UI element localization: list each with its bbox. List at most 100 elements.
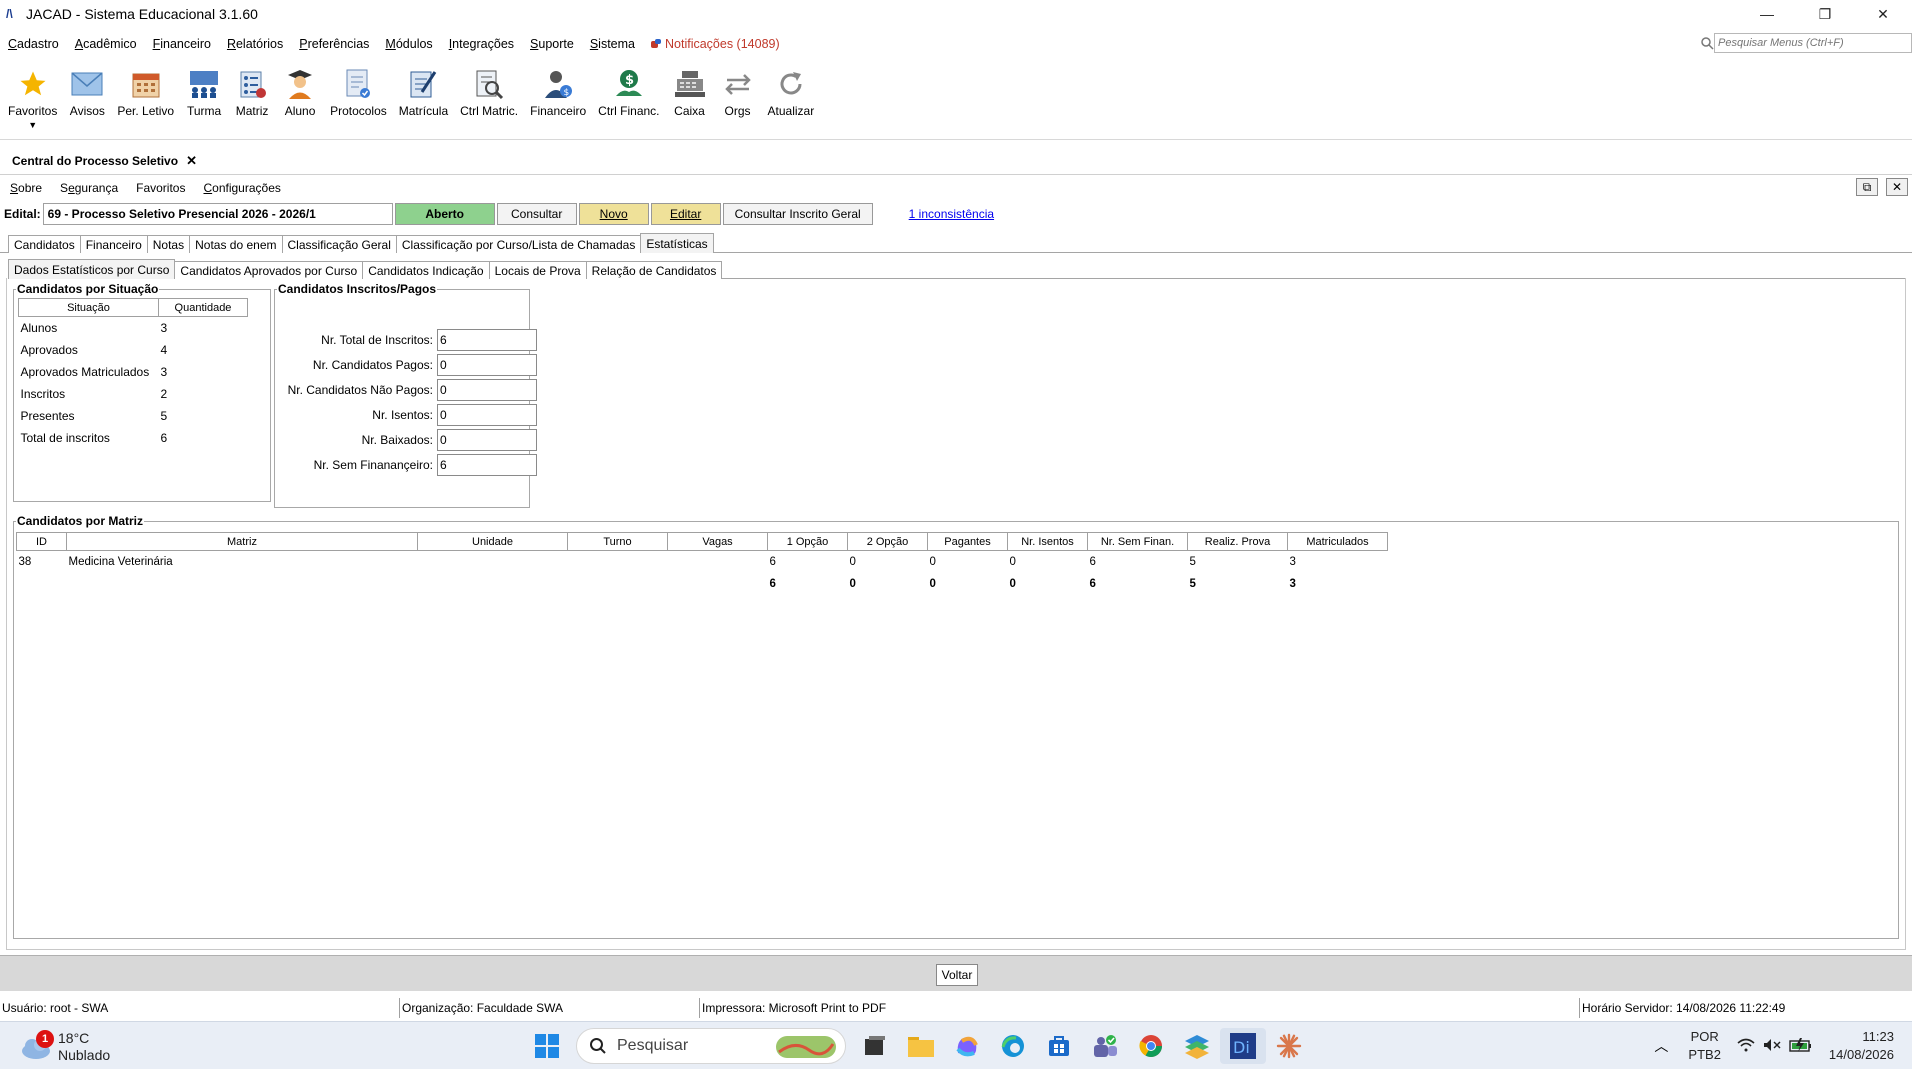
submenu-configuracoes[interactable]: Configurações bbox=[193, 181, 288, 195]
menu-integracoes[interactable]: Integrações bbox=[441, 37, 522, 51]
column-header[interactable]: Unidade bbox=[417, 532, 568, 551]
column-header[interactable]: Quantidade bbox=[158, 298, 248, 317]
file-explorer-icon[interactable] bbox=[898, 1028, 944, 1064]
column-header[interactable]: Situação bbox=[18, 298, 159, 317]
search-menus-input[interactable] bbox=[1714, 33, 1912, 53]
menu-academico[interactable]: Acadêmico bbox=[67, 37, 145, 51]
teams-icon[interactable] bbox=[1082, 1028, 1128, 1064]
toolbar-aluno[interactable]: Aluno bbox=[282, 60, 318, 118]
table-row[interactable]: Total de inscritos 6 bbox=[19, 427, 248, 449]
tab-locais-prova[interactable]: Locais de Prova bbox=[488, 261, 587, 279]
tab-notas[interactable]: Notas bbox=[146, 235, 191, 253]
toolbar-turma[interactable]: Turma bbox=[186, 60, 222, 118]
column-header[interactable]: Matriz bbox=[66, 532, 418, 551]
tab-notas-enem[interactable]: Notas do enem bbox=[189, 235, 283, 253]
column-header[interactable]: Realiz. Prova bbox=[1187, 532, 1288, 551]
inconsistencia-link[interactable]: 1 inconsistência bbox=[909, 207, 994, 221]
claude-icon[interactable] bbox=[1266, 1028, 1312, 1064]
tab-candidatos-indicacao[interactable]: Candidatos Indicação bbox=[362, 261, 490, 279]
minimize-button[interactable]: — bbox=[1738, 0, 1796, 28]
submenu-seguranca[interactable]: Segurança bbox=[50, 181, 126, 195]
toolbar-caixa[interactable]: Caixa bbox=[672, 60, 708, 118]
tab-relacao-candidatos[interactable]: Relação de Candidatos bbox=[585, 261, 723, 279]
wifi-icon[interactable] bbox=[1737, 1038, 1755, 1055]
weather-widget[interactable]: 1 18°C Nublado bbox=[20, 1030, 110, 1064]
menu-financeiro[interactable]: Financeiro bbox=[145, 37, 219, 51]
tab-classificacao-curso[interactable]: Classificação por Curso/Lista de Chamada… bbox=[395, 235, 642, 253]
table-row[interactable]: Presentes 5 bbox=[19, 405, 248, 427]
baixados-input[interactable]: 0 bbox=[437, 429, 537, 451]
column-header[interactable]: 1 Opção bbox=[767, 532, 848, 551]
copilot-icon[interactable] bbox=[944, 1028, 990, 1064]
column-header[interactable]: Turno bbox=[567, 532, 668, 551]
isentos-input[interactable]: 0 bbox=[437, 404, 537, 426]
total-inscritos-input[interactable]: 6 bbox=[437, 329, 537, 351]
menu-suporte[interactable]: Suporte bbox=[522, 37, 582, 51]
store-icon[interactable] bbox=[1036, 1028, 1082, 1064]
table-row[interactable]: Aprovados Matriculados 3 bbox=[19, 361, 248, 383]
menu-preferencias[interactable]: Preferências bbox=[291, 37, 377, 51]
column-header[interactable]: Nr. Sem Finan. bbox=[1087, 532, 1188, 551]
tab-candidatos-aprovados[interactable]: Candidatos Aprovados por Curso bbox=[174, 261, 364, 279]
tab-financeiro[interactable]: Financeiro bbox=[79, 235, 148, 253]
column-header[interactable]: Pagantes bbox=[927, 532, 1008, 551]
candidatos-pagos-input[interactable]: 0 bbox=[437, 354, 537, 376]
candidatos-nao-pagos-input[interactable]: 0 bbox=[437, 379, 537, 401]
edital-field[interactable]: 69 - Processo Seletivo Presencial 2026 -… bbox=[42, 203, 393, 225]
consultar-inscrito-geral-button[interactable]: Consultar Inscrito Geral bbox=[722, 203, 873, 225]
consultar-button[interactable]: Consultar bbox=[496, 203, 577, 225]
windows-start-icon[interactable] bbox=[524, 1028, 570, 1064]
restore-button[interactable]: ❐ bbox=[1796, 0, 1854, 28]
tab-classificacao-geral[interactable]: Classificação Geral bbox=[281, 235, 397, 253]
menu-notificacoes[interactable]: Notificações (14089) bbox=[643, 37, 788, 51]
close-window-button[interactable]: ✕ bbox=[1854, 0, 1912, 28]
layers-app-icon[interactable] bbox=[1174, 1028, 1220, 1064]
toolbar-avisos[interactable]: Avisos bbox=[69, 60, 105, 118]
tab-dados-estatisticos[interactable]: Dados Estatísticos por Curso bbox=[8, 259, 176, 279]
table-row[interactable]: Alunos 3 bbox=[19, 317, 248, 339]
table-row[interactable]: Inscritos 2 bbox=[19, 383, 248, 405]
chevron-up-icon[interactable]: ︿ bbox=[1654, 1036, 1668, 1056]
tab-estatisticas[interactable]: Estatísticas bbox=[640, 233, 714, 253]
document-tab[interactable]: Central do Processo Seletivo ✕ bbox=[0, 150, 200, 174]
novo-button[interactable]: Novo bbox=[578, 203, 649, 225]
menu-modulos[interactable]: Módulos bbox=[377, 37, 440, 51]
speaker-muted-icon[interactable] bbox=[1763, 1038, 1781, 1055]
menu-cadastro[interactable]: Cadastro bbox=[0, 37, 67, 51]
voltar-button[interactable]: Voltar bbox=[936, 964, 978, 986]
status-aberto-button[interactable]: Aberto bbox=[394, 203, 495, 225]
submenu-sobre[interactable]: Sobre bbox=[0, 181, 50, 195]
di-app-icon[interactable]: Di bbox=[1220, 1028, 1266, 1064]
toolbar-per-letivo[interactable]: Per. Letivo bbox=[117, 60, 174, 118]
table-row[interactable]: 38 Medicina Veterinária 6 0 0 0 6 5 3 bbox=[17, 551, 1388, 573]
sem-financeiro-input[interactable]: 6 bbox=[437, 454, 537, 476]
close-panel-button[interactable]: ✕ bbox=[1886, 178, 1908, 196]
table-row[interactable]: Aprovados 4 bbox=[19, 339, 248, 361]
column-header[interactable]: Matriculados bbox=[1287, 532, 1388, 551]
clock[interactable]: 11:23 14/08/2026 bbox=[1829, 1028, 1894, 1064]
tab-candidatos[interactable]: Candidatos bbox=[8, 235, 81, 253]
toolbar-matriz[interactable]: Matriz bbox=[234, 60, 270, 118]
toolbar-favoritos[interactable]: Favoritos ▼ bbox=[8, 60, 57, 130]
taskbar-search[interactable]: Pesquisar bbox=[576, 1028, 846, 1064]
toolbar-protocolos[interactable]: Protocolos bbox=[330, 60, 387, 118]
submenu-favoritos[interactable]: Favoritos bbox=[126, 181, 193, 195]
close-tab-icon[interactable]: ✕ bbox=[186, 153, 197, 169]
toolbar-financeiro[interactable]: $ Financeiro bbox=[530, 60, 586, 118]
language-indicator[interactable]: POR PTB2 bbox=[1688, 1028, 1721, 1064]
column-header[interactable]: 2 Opção bbox=[847, 532, 928, 551]
toolbar-orgs[interactable]: Orgs bbox=[720, 60, 756, 118]
detach-window-button[interactable]: ⧉ bbox=[1856, 178, 1878, 196]
task-view-icon[interactable] bbox=[852, 1028, 898, 1064]
column-header[interactable]: ID bbox=[16, 532, 67, 551]
editar-button[interactable]: Editar bbox=[650, 203, 721, 225]
menu-sistema[interactable]: Sistema bbox=[582, 37, 643, 51]
toolbar-matricula[interactable]: Matrícula bbox=[399, 60, 448, 118]
toolbar-ctrl-matric[interactable]: Ctrl Matric. bbox=[460, 60, 518, 118]
toolbar-atualizar[interactable]: Atualizar bbox=[768, 60, 814, 118]
menu-relatorios[interactable]: Relatórios bbox=[219, 37, 291, 51]
column-header[interactable]: Vagas bbox=[667, 532, 768, 551]
battery-icon[interactable] bbox=[1789, 1037, 1813, 1055]
edge-icon[interactable] bbox=[990, 1028, 1036, 1064]
chrome-icon[interactable] bbox=[1128, 1028, 1174, 1064]
